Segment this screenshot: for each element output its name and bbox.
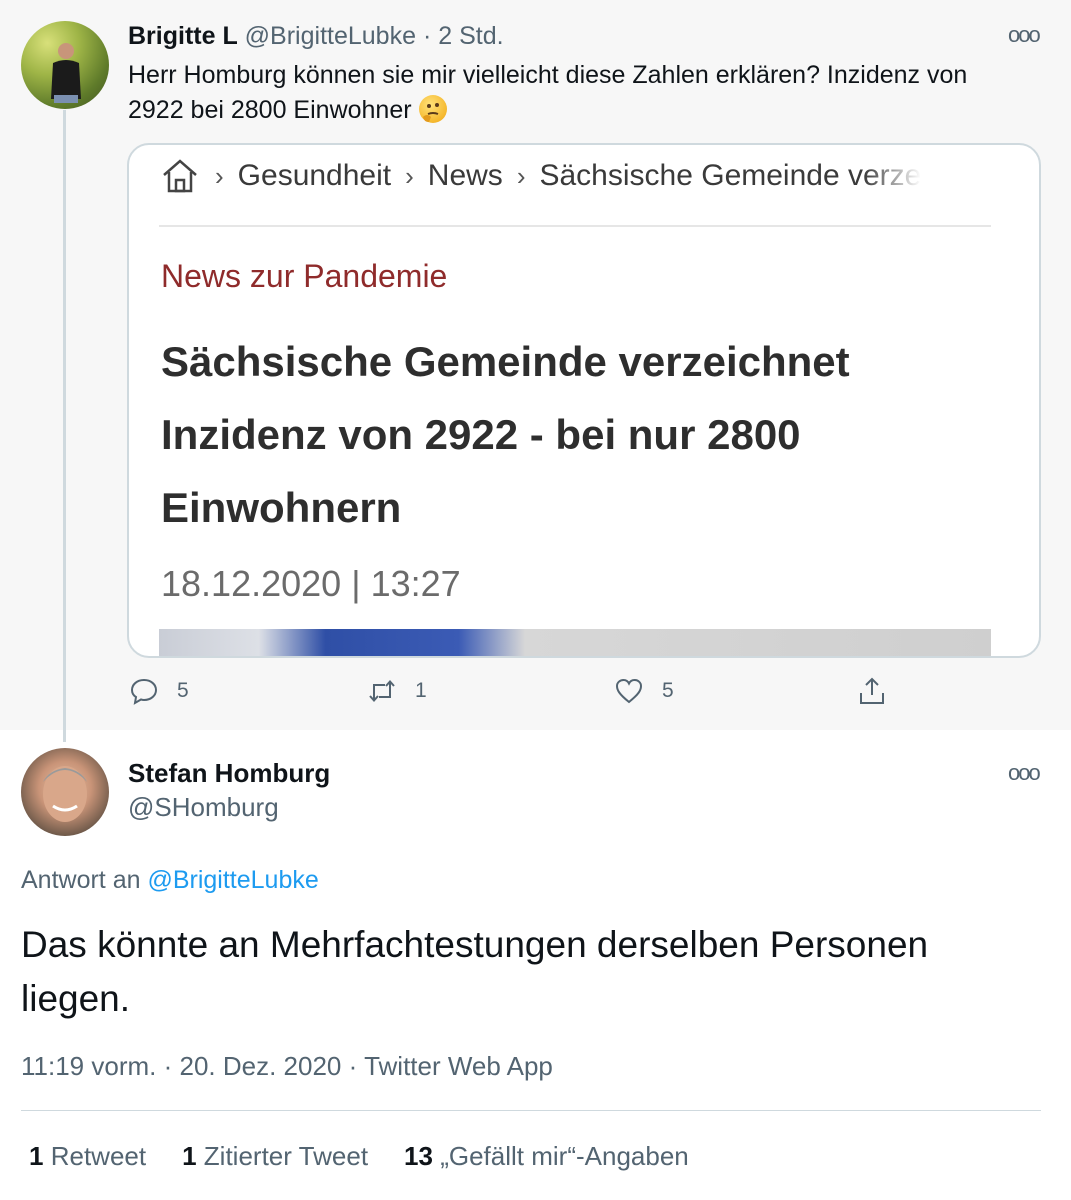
tweet-stats: 1 Retweet 1 Zitierter Tweet 13 „Gefällt …: [29, 1141, 689, 1172]
chevron-right-icon: ›: [215, 160, 224, 191]
avatar[interactable]: [21, 21, 109, 109]
reply-context: Antwort an @BrigitteLubke: [21, 866, 319, 895]
parent-tweet[interactable]: Brigitte L @BrigitteLubke · 2 Std. ooo H…: [0, 0, 1071, 740]
article-photo: [159, 629, 991, 656]
thinking-face-emoji-icon: [418, 95, 447, 123]
breadcrumb-news[interactable]: News: [428, 159, 503, 193]
tweet-time[interactable]: 2 Std.: [438, 22, 503, 50]
article-dateline: 18.12.2020 | 13:27: [161, 563, 461, 605]
like-action[interactable]: 5: [614, 676, 674, 706]
tweet-source[interactable]: Twitter Web App: [364, 1051, 553, 1081]
likes-stat[interactable]: 13 „Gefällt mir“-Angaben: [404, 1141, 689, 1172]
article-date: 18.12.2020: [161, 563, 342, 604]
home-icon[interactable]: [159, 155, 201, 197]
avatar-photo: [43, 766, 87, 822]
reply-count: 5: [177, 679, 189, 702]
tweet-text: Das könnte an Mehrfachtestungen derselbe…: [21, 924, 929, 1019]
dateline-separator: |: [351, 563, 361, 604]
embedded-image-card[interactable]: › Gesundheit › News › Sächsische Gemeind…: [127, 143, 1041, 658]
chevron-right-icon: ›: [516, 160, 526, 191]
thread-line: [63, 110, 66, 740]
thread-line: [63, 730, 66, 742]
article-time: 13:27: [370, 563, 461, 604]
tweet-date[interactable]: 20. Dez. 2020: [180, 1051, 342, 1081]
more-options-icon[interactable]: ooo: [1008, 22, 1041, 48]
divider: [21, 1110, 1041, 1111]
user-handle[interactable]: @BrigitteLubke: [245, 22, 416, 50]
reply-handle-link[interactable]: @BrigitteLubke: [147, 866, 318, 894]
breadcrumb-article: Sächsische Gemeinde verze: [539, 159, 922, 192]
tweet-header: Brigitte L @BrigitteLubke · 2 Std.: [128, 22, 504, 51]
header-separator: ·: [422, 22, 432, 50]
display-name[interactable]: Stefan Homburg: [128, 758, 330, 789]
retweet-stat[interactable]: 1 Retweet: [29, 1141, 146, 1172]
breadcrumb-gesundheit[interactable]: Gesundheit: [238, 159, 391, 193]
breadcrumb: › Gesundheit › News › Sächsische Gemeind…: [159, 155, 921, 197]
user-handle[interactable]: @SHomburg: [128, 792, 279, 823]
meta-separator: ·: [348, 1051, 358, 1081]
reply-prefix: Antwort an: [21, 866, 141, 894]
quote-tweet-stat[interactable]: 1 Zitierter Tweet: [182, 1141, 368, 1172]
more-options-icon[interactable]: ooo: [1008, 760, 1041, 786]
tweet-time[interactable]: 11:19 vorm.: [21, 1051, 156, 1081]
retweet-action[interactable]: 1: [367, 676, 427, 706]
tweet-actions: 5 1 5: [0, 676, 1071, 712]
like-count: 5: [662, 679, 674, 702]
article-headline: Sächsische Gemeinde verzeichnet Inzidenz…: [161, 338, 850, 531]
divider: [159, 225, 991, 227]
share-action[interactable]: [857, 676, 887, 706]
tweet-metadata: 11:19 vorm. · 20. Dez. 2020 · Twitter We…: [21, 1051, 553, 1082]
article-kicker: News zur Pandemie: [161, 258, 448, 294]
reply-action[interactable]: 5: [129, 676, 189, 706]
retweet-icon: [369, 679, 395, 703]
heart-icon: [615, 678, 643, 704]
tweet-text: Herr Homburg können sie mir vielleicht d…: [128, 61, 968, 124]
chevron-right-icon: ›: [405, 160, 414, 191]
share-icon: [860, 677, 884, 704]
reply-icon: [130, 678, 158, 705]
display-name[interactable]: Brigitte L: [128, 22, 238, 50]
meta-separator: ·: [163, 1051, 173, 1081]
avatar[interactable]: [21, 748, 109, 836]
retweet-count: 1: [415, 679, 427, 702]
avatar-photo: [51, 43, 81, 103]
